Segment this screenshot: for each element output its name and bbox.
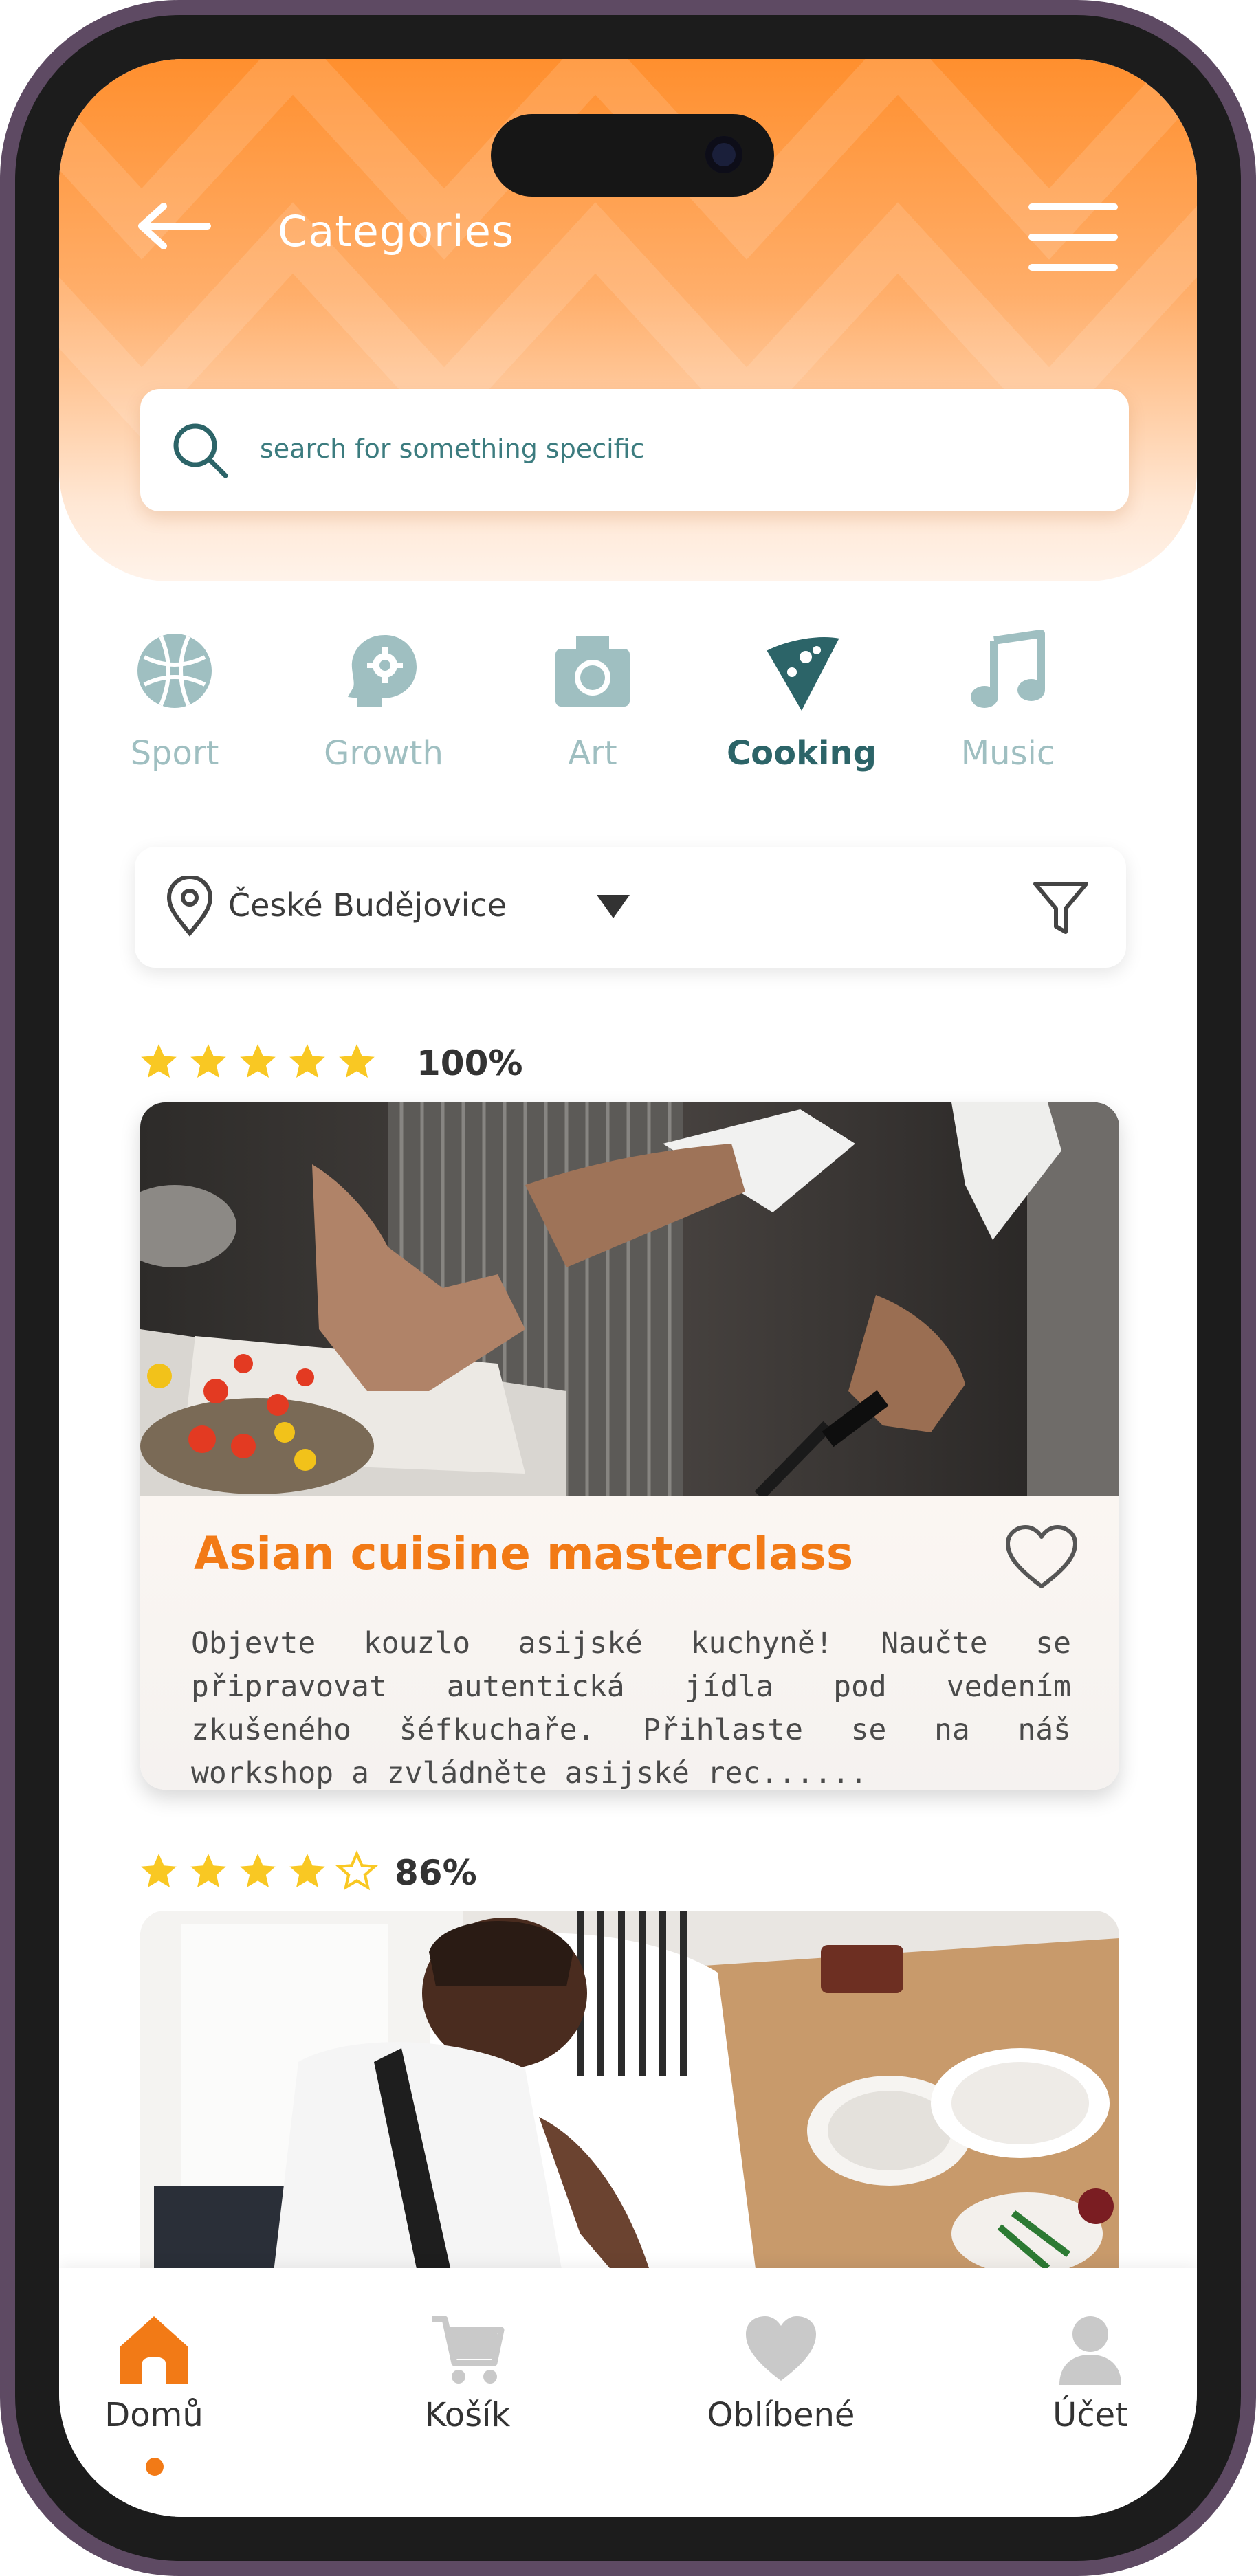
category-cooking[interactable]: Cooking bbox=[712, 623, 891, 850]
heart-icon bbox=[746, 2316, 816, 2381]
rating-percent: 100% bbox=[417, 1043, 523, 1083]
star-filled-icon bbox=[141, 1854, 177, 1887]
nav-home[interactable]: Domů bbox=[65, 2268, 243, 2476]
star-filled-icon bbox=[339, 1044, 375, 1078]
listing-title: Asian cuisine masterclass bbox=[194, 1527, 854, 1580]
listing-photo bbox=[140, 1911, 1119, 2296]
star-empty-icon bbox=[335, 1850, 378, 1891]
listing-card-body: Asian cuisine masterclass Objevte kouzlo… bbox=[140, 1496, 1119, 1790]
category-growth[interactable]: Growth bbox=[294, 623, 473, 850]
filter-icon[interactable] bbox=[1030, 877, 1092, 939]
nav-label: Domů bbox=[104, 2396, 203, 2434]
search-icon bbox=[173, 423, 228, 478]
location-pin-icon bbox=[166, 876, 213, 937]
star-filled-icon bbox=[240, 1044, 276, 1078]
star-filled-icon bbox=[190, 1044, 226, 1078]
page-title: Categories bbox=[278, 206, 515, 256]
search-input[interactable] bbox=[258, 428, 1086, 470]
nav-label: Košík bbox=[424, 2396, 511, 2434]
star-filled-icon bbox=[141, 1044, 177, 1078]
location-select[interactable]: České Budějovice bbox=[228, 887, 507, 924]
camera-icon bbox=[555, 636, 630, 707]
nav-label: Účet bbox=[1053, 2396, 1128, 2434]
listing-card[interactable]: Asian cuisine masterclass Objevte kouzlo… bbox=[140, 1102, 1119, 1790]
category-label: Sport bbox=[130, 734, 219, 773]
category-art[interactable]: Art bbox=[503, 623, 682, 850]
head-gear-icon bbox=[348, 635, 417, 707]
home-icon bbox=[120, 2316, 188, 2384]
basketball-icon bbox=[137, 634, 212, 708]
category-music[interactable]: Music bbox=[918, 623, 1097, 850]
listing-photo bbox=[140, 1102, 1119, 1496]
rating-percent: 86% bbox=[395, 1853, 477, 1893]
category-label: Art bbox=[568, 734, 617, 773]
cart-icon bbox=[432, 2316, 505, 2384]
search-bar[interactable] bbox=[140, 389, 1129, 511]
nav-label: Oblíbené bbox=[707, 2396, 855, 2434]
music-note-icon bbox=[971, 630, 1045, 708]
listing-card[interactable] bbox=[140, 1911, 1119, 2296]
location-filter-bar: České Budějovice bbox=[135, 847, 1126, 968]
front-camera bbox=[705, 136, 742, 173]
bottom-navigation: Domů Košík Oblíbené Účet bbox=[59, 2268, 1197, 2517]
nav-cart[interactable]: Košík bbox=[378, 2268, 557, 2474]
dropdown-caret-icon[interactable] bbox=[595, 892, 631, 920]
category-label: Growth bbox=[324, 734, 443, 773]
category-label: Cooking bbox=[726, 734, 877, 773]
listing-description: Objevte kouzlo asijské kuchyně! Naučte s… bbox=[191, 1626, 1071, 1790]
nav-favorites[interactable]: Oblíbené bbox=[692, 2268, 870, 2474]
nav-account[interactable]: Účet bbox=[1001, 2268, 1180, 2474]
pizza-slice-icon bbox=[764, 633, 841, 711]
user-icon bbox=[1059, 2316, 1121, 2385]
star-filled-icon bbox=[289, 1044, 325, 1078]
app-screen: Categories Sport bbox=[59, 59, 1197, 2517]
category-label: Music bbox=[960, 734, 1055, 773]
active-indicator-dot bbox=[146, 2458, 164, 2476]
favorite-heart-icon[interactable] bbox=[1004, 1524, 1079, 1593]
hamburger-menu-icon[interactable] bbox=[1028, 203, 1118, 272]
category-sport[interactable]: Sport bbox=[85, 623, 264, 850]
back-arrow-icon[interactable] bbox=[136, 202, 212, 250]
star-filled-icon bbox=[289, 1854, 325, 1887]
star-filled-icon bbox=[240, 1854, 276, 1887]
star-filled-icon bbox=[190, 1854, 226, 1887]
